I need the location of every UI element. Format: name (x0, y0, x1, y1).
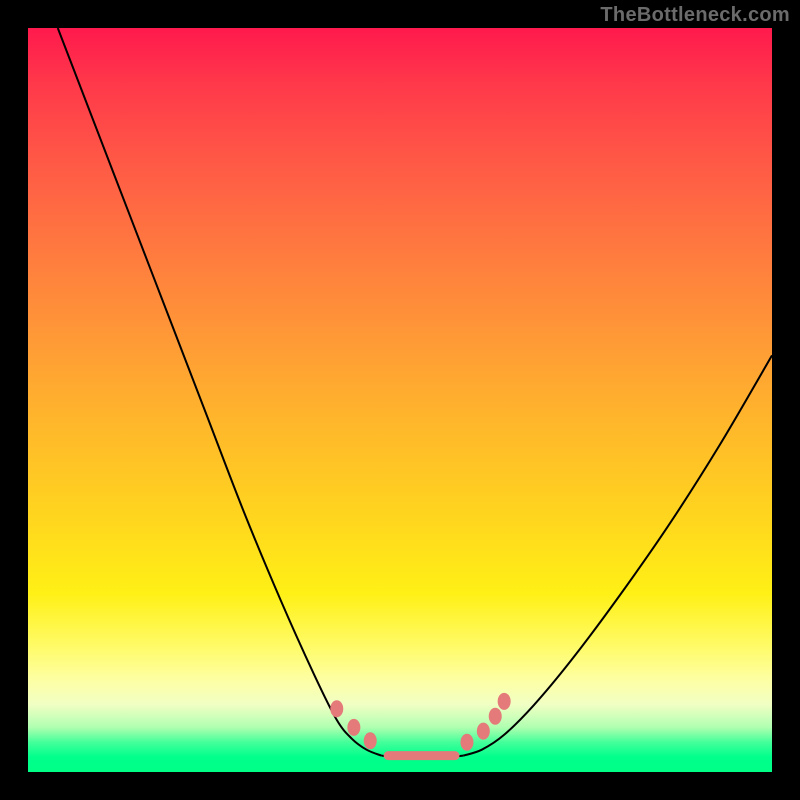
chart-plot-area (28, 28, 772, 772)
chart-frame: TheBottleneck.com (0, 0, 800, 800)
curve-right (463, 355, 772, 755)
curve-left (58, 28, 382, 756)
left-dot-3 (364, 732, 377, 749)
markers-group (330, 693, 510, 751)
right-dot-4 (498, 693, 511, 710)
right-dot-1 (460, 734, 473, 751)
watermark-text: TheBottleneck.com (600, 4, 790, 27)
right-dot-3 (489, 708, 502, 725)
chart-svg (28, 28, 772, 772)
left-dot-2 (347, 719, 360, 736)
left-dot-1 (330, 700, 343, 717)
right-dot-2 (477, 723, 490, 740)
minimum-bar-marker (384, 751, 460, 760)
